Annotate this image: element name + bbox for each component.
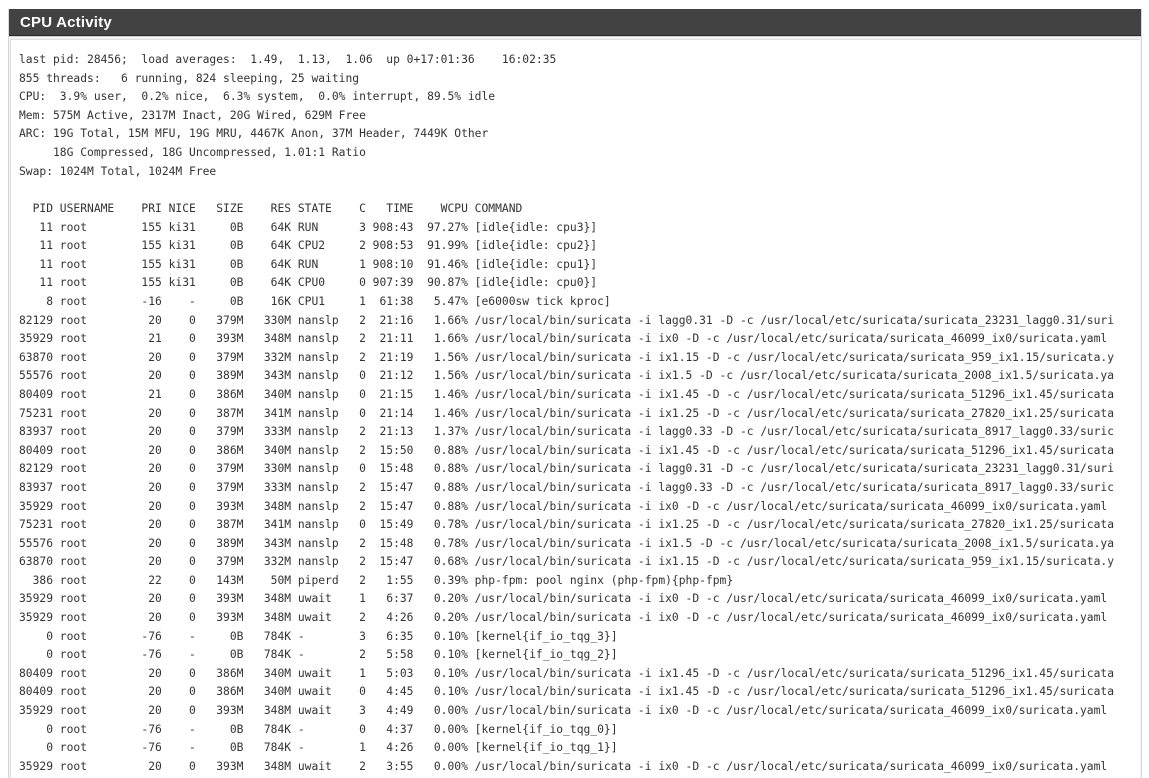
process-row: 63870 root 20 0 379M 332M nanslp 2 15:47…: [19, 555, 1115, 569]
system-summary: last pid: 28456; load averages: 1.49, 1.…: [19, 51, 556, 181]
process-row: 35929 root 20 0 393M 348M uwait 3 4:49 0…: [19, 704, 1108, 718]
process-row: 82129 root 20 0 379M 330M nanslp 2 21:16…: [19, 313, 1115, 327]
process-row: 82129 root 20 0 379M 330M nanslp 0 15:48…: [19, 462, 1115, 476]
process-table-header: PID USERNAME PRI NICE SIZE RES STATE C T…: [19, 202, 523, 215]
process-row: 35929 root 20 0 393M 348M nanslp 2 15:47…: [19, 499, 1108, 513]
process-row: 80409 root 20 0 386M 340M uwait 0 4:45 0…: [19, 685, 1115, 699]
process-row: 11 root 155 ki31 0B 64K CPU0 0 907:39 90…: [19, 276, 598, 290]
top-output[interactable]: last pid: 28456; load averages: 1.49, 1.…: [10, 39, 1140, 778]
process-row: 75231 root 20 0 387M 341M nanslp 0 21:14…: [19, 406, 1115, 420]
summary-line-arc: ARC: 19G Total, 15M MFU, 19G MRU, 4467K …: [19, 127, 489, 141]
process-row: 386 root 22 0 143M 50M piperd 2 1:55 0.3…: [19, 573, 734, 587]
process-table: PID USERNAME PRI NICE SIZE RES STATE C T…: [19, 200, 1114, 776]
process-row: 35929 root 20 0 393M 348M uwait 2 3:55 0…: [19, 759, 1108, 773]
process-row: 0 root -76 - 0B 784K - 0 4:37 0.00% [ker…: [19, 722, 618, 736]
process-row: 83937 root 20 0 379M 333M nanslp 2 21:13…: [19, 425, 1115, 439]
process-row: 0 root -76 - 0B 784K - 1 4:26 0.00% [ker…: [19, 741, 618, 755]
process-row: 55576 root 20 0 389M 343M nanslp 0 21:12…: [19, 369, 1115, 383]
process-row: 11 root 155 ki31 0B 64K RUN 1 908:10 91.…: [19, 257, 598, 271]
panel-heading: CPU Activity: [9, 9, 1141, 36]
panel-title: CPU Activity: [20, 13, 112, 31]
summary-line-cpu: CPU: 3.9% user, 0.2% nice, 6.3% system, …: [19, 90, 496, 104]
process-row: 8 root -16 - 0B 16K CPU1 1 61:38 5.47% […: [19, 294, 611, 308]
summary-line-swap: Swap: 1024M Total, 1024M Free: [19, 164, 217, 178]
panel-body: last pid: 28456; load averages: 1.49, 1.…: [9, 36, 1141, 778]
summary-line-arc-compression: 18G Compressed, 18G Uncompressed, 1.01:1…: [19, 145, 366, 159]
process-row: 0 root -76 - 0B 784K - 2 5:58 0.10% [ker…: [19, 648, 618, 662]
process-row: 83937 root 20 0 379M 333M nanslp 2 15:47…: [19, 480, 1115, 494]
summary-line-load: last pid: 28456; load averages: 1.49, 1.…: [19, 53, 557, 66]
summary-line-threads: 855 threads: 6 running, 824 sleeping, 25…: [19, 71, 360, 85]
process-row: 63870 root 20 0 379M 332M nanslp 2 21:19…: [19, 350, 1115, 364]
process-row: 0 root -76 - 0B 784K - 3 6:35 0.10% [ker…: [19, 629, 618, 643]
process-row: 11 root 155 ki31 0B 64K CPU2 2 908:53 91…: [19, 239, 598, 253]
process-row: 80409 root 21 0 386M 340M nanslp 0 21:15…: [19, 387, 1115, 401]
cpu-activity-panel: CPU Activity last pid: 28456; load avera…: [8, 9, 1142, 778]
process-row: 35929 root 21 0 393M 348M nanslp 2 21:11…: [19, 332, 1108, 346]
process-row: 55576 root 20 0 389M 343M nanslp 2 15:48…: [19, 536, 1115, 550]
process-row: 35929 root 20 0 393M 348M uwait 2 4:26 0…: [19, 611, 1108, 625]
process-row: 75231 root 20 0 387M 341M nanslp 0 15:49…: [19, 518, 1115, 532]
process-row: 80409 root 20 0 386M 340M nanslp 2 15:50…: [19, 443, 1115, 457]
process-row: 35929 root 20 0 393M 348M uwait 1 6:37 0…: [19, 592, 1108, 606]
process-row: 80409 root 20 0 386M 340M uwait 1 5:03 0…: [19, 666, 1115, 680]
summary-line-mem: Mem: 575M Active, 2317M Inact, 20G Wired…: [19, 108, 366, 122]
process-row: 11 root 155 ki31 0B 64K RUN 3 908:43 97.…: [19, 220, 598, 234]
